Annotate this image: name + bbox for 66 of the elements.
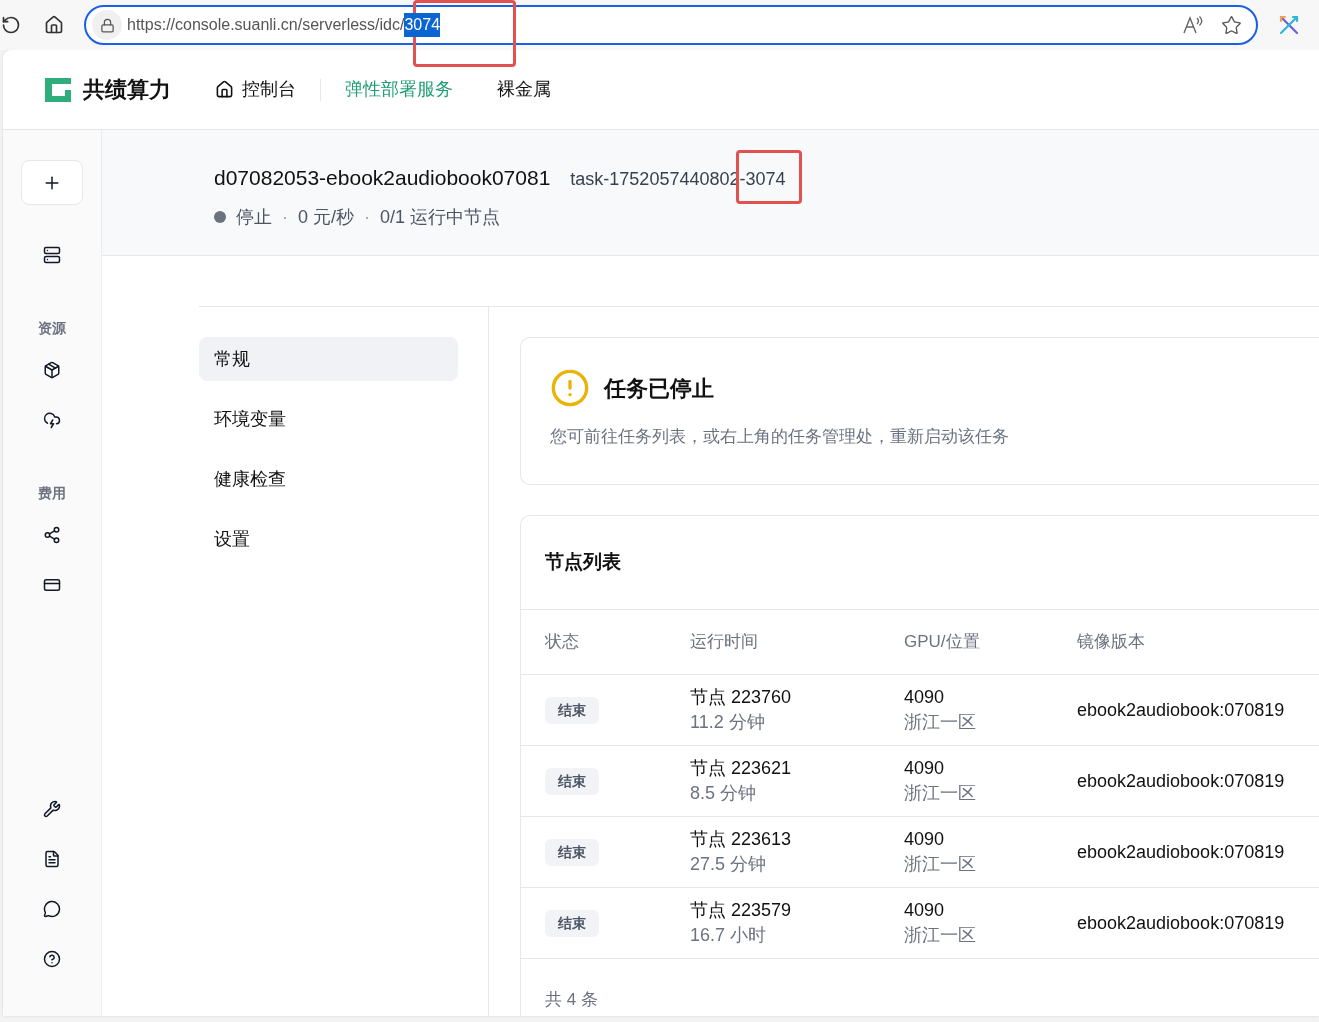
image-version: ebook2audiobook:070819 xyxy=(1077,911,1286,935)
image-version: ebook2audiobook:070819 xyxy=(1077,840,1286,864)
running-nodes: 0/1 运行中节点 xyxy=(380,203,501,231)
nav-link[interactable]: 控制台 xyxy=(205,76,306,103)
column-header: 状态 xyxy=(545,631,580,654)
share-icon[interactable] xyxy=(43,526,61,544)
cloud-lightning-icon[interactable] xyxy=(43,411,61,429)
node-name: 节点 223579 xyxy=(690,899,793,922)
notice-title: 任务已停止 xyxy=(604,374,714,403)
nav-link[interactable]: 裸金属 xyxy=(487,76,561,103)
node-name: 节点 223613 xyxy=(690,828,793,851)
read-aloud-icon[interactable] xyxy=(1182,15,1204,35)
column-header: 镜像版本 xyxy=(1077,631,1146,654)
column-header: GPU/位置 xyxy=(904,631,981,654)
server-icon[interactable] xyxy=(43,246,61,264)
run-time: 8.5 分钟 xyxy=(690,782,758,805)
favorite-star-icon[interactable] xyxy=(1221,14,1242,36)
card-title: 节点列表 xyxy=(545,550,621,575)
document-icon[interactable] xyxy=(43,850,61,868)
status-tag: 结束 xyxy=(545,696,599,724)
warning-icon xyxy=(550,368,590,408)
copilot-icon[interactable] xyxy=(1278,14,1300,36)
status-tag: 结束 xyxy=(545,909,599,937)
run-time: 11.2 分钟 xyxy=(690,711,766,734)
task-status: 停止 xyxy=(236,205,272,229)
total-count: 共 4 条 xyxy=(545,990,598,1009)
node-name: 节点 223621 xyxy=(690,757,793,780)
brand-name: 共绩算力 xyxy=(83,76,171,104)
lock-icon xyxy=(99,17,115,33)
settings-tab[interactable]: 环境变量 xyxy=(199,397,458,441)
notice-text: 您可前往任务列表，或右上角的任务管理处，重新启动该任务 xyxy=(550,426,1010,448)
image-version: ebook2audiobook:070819 xyxy=(1077,769,1286,793)
region: 浙江一区 xyxy=(904,782,977,805)
gpu-model: 4090 xyxy=(904,828,946,851)
gpu-model: 4090 xyxy=(904,686,946,709)
separator-dot: · xyxy=(282,205,288,229)
node-name: 节点 223760 xyxy=(690,686,793,709)
region: 浙江一区 xyxy=(904,853,977,876)
task-name: d07082053-ebook2audiobook07081 xyxy=(214,165,551,191)
region: 浙江一区 xyxy=(904,711,977,734)
box-icon[interactable] xyxy=(43,361,61,379)
chat-icon[interactable] xyxy=(43,900,61,918)
image-version: ebook2audiobook:070819 xyxy=(1077,698,1286,722)
selected-url-text: 3074 xyxy=(404,13,441,37)
section-heading: 费用 xyxy=(38,484,66,503)
gpu-model: 4090 xyxy=(904,757,946,780)
run-time: 16.7 小时 xyxy=(690,924,768,947)
card-icon[interactable] xyxy=(43,576,61,594)
section-heading: 资源 xyxy=(38,319,66,338)
home-icon[interactable] xyxy=(44,15,64,35)
separator-dot: · xyxy=(364,205,370,229)
status-tag: 结束 xyxy=(545,767,599,795)
logo-icon xyxy=(43,75,73,104)
region: 浙江一区 xyxy=(904,924,977,947)
settings-tab[interactable]: 设置 xyxy=(199,517,458,561)
column-header: 运行时间 xyxy=(690,631,759,654)
run-time: 27.5 分钟 xyxy=(690,853,768,876)
task-price: 0 元/秒 xyxy=(298,205,354,229)
reload-icon[interactable] xyxy=(1,15,21,35)
settings-tab[interactable]: 常规 xyxy=(199,337,458,381)
home-icon xyxy=(215,80,234,99)
settings-tab[interactable]: 健康检查 xyxy=(199,457,458,501)
status-tag: 结束 xyxy=(545,838,599,866)
help-icon[interactable] xyxy=(43,950,61,968)
wrench-icon[interactable] xyxy=(43,800,61,818)
gpu-model: 4090 xyxy=(904,899,946,922)
